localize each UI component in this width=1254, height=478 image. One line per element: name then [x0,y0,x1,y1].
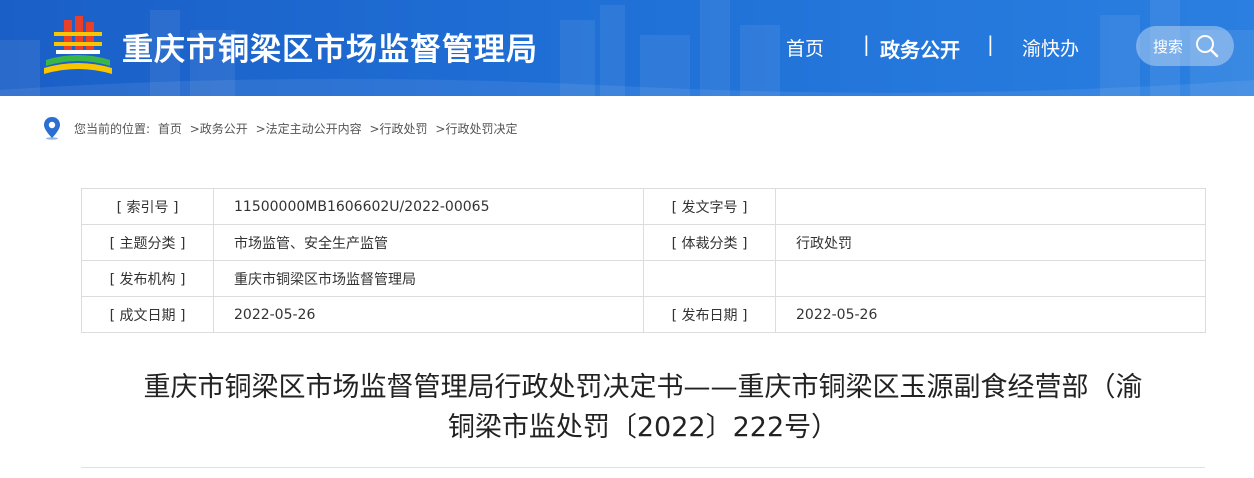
index-no-value: 11500000MB1606602U/2022-00065 [213,188,644,225]
published-date-label: [ 发布日期 ] [643,296,776,333]
document-title: 重庆市铜梁区市场监督管理局行政处罚决定书——重庆市铜梁区玉源副食经营部（渝 铜梁… [81,368,1205,448]
publisher-value: 重庆市铜梁区市场监督管理局 [213,260,644,297]
empty-cell [775,260,1206,297]
doc-no-label: [ 发文字号 ] [643,188,776,225]
breadcrumb-item-statutory-disclosure[interactable]: >法定主动公开内容 [256,122,362,136]
created-date-value: 2022-05-26 [213,296,644,333]
bureau-logo [44,16,112,74]
search-button[interactable]: 搜索 [1136,26,1234,66]
nav-gov-affairs[interactable]: 政务公开 [880,34,960,63]
topic-value: 市场监管、安全生产监管 [213,224,644,261]
genre-label: [ 体裁分类 ] [643,224,776,261]
topic-label: [ 主题分类 ] [81,224,214,261]
breadcrumb-item-gov-affairs[interactable]: >政务公开 [190,122,248,136]
breadcrumb: 您当前的位置: 首页 >政务公开 >法定主动公开内容 >行政处罚 >行政处罚决定 [42,116,842,140]
created-date-label: [ 成文日期 ] [81,296,214,333]
nav-separator: | [863,32,870,56]
nav-home[interactable]: 首页 [786,34,824,61]
breadcrumb-item-admin-penalty[interactable]: >行政处罚 [370,122,428,136]
breadcrumb-prefix: 您当前的位置: [74,122,151,136]
table-row: [ 成文日期 ] 2022-05-26 [ 发布日期 ] 2022-05-26 [81,296,1206,333]
breadcrumb-item-home[interactable]: 首页 [158,122,182,136]
site-header: 重庆市铜梁区市场监督管理局 首页 | 政务公开 | 渝快办 搜索 [0,0,1254,96]
doc-no-value [775,188,1206,225]
document-title-line-1: 重庆市铜梁区市场监督管理局行政处罚决定书——重庆市铜梁区玉源副食经营部（渝 [143,372,1143,403]
nav-yu-kuai-ban[interactable]: 渝快办 [1022,34,1079,61]
search-label: 搜索 [1153,38,1184,56]
site-title[interactable]: 重庆市铜梁区市场监督管理局 [122,24,538,69]
document-title-line-2: 铜梁市监处罚〔2022〕222号） [447,412,839,443]
breadcrumb-item-penalty-decision[interactable]: >行政处罚决定 [435,122,517,136]
table-row: [ 主题分类 ] 市场监管、安全生产监管 [ 体裁分类 ] 行政处罚 [81,224,1206,261]
divider [81,467,1205,468]
table-row: [ 发布机构 ] 重庆市铜梁区市场监督管理局 [81,260,1206,297]
publisher-label: [ 发布机构 ] [81,260,214,297]
genre-value: 行政处罚 [775,224,1206,261]
nav-separator: | [987,32,994,56]
index-no-label: [ 索引号 ] [81,188,214,225]
location-pin-icon [44,117,60,140]
empty-cell [643,260,776,297]
table-row: [ 索引号 ] 11500000MB1606602U/2022-00065 [ … [81,188,1206,225]
document-meta-table: [ 索引号 ] 11500000MB1606602U/2022-00065 [ … [81,188,1206,333]
search-icon [1196,35,1219,58]
published-date-value: 2022-05-26 [775,296,1206,333]
